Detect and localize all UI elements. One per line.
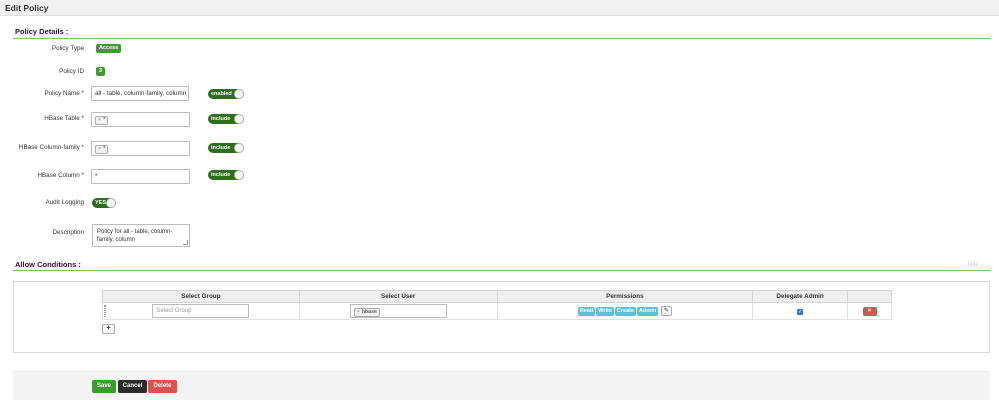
hbase-column-input[interactable]: *: [91, 169, 190, 184]
hbase-column-family-include-label: include: [211, 145, 231, 151]
permission-read: Read: [577, 307, 596, 317]
select-group-input[interactable]: Select Group: [152, 304, 250, 318]
user-tag: × hbase: [353, 308, 380, 317]
hbase-table-include-label: include: [211, 116, 231, 122]
resize-grip-icon[interactable]: [183, 240, 188, 245]
hbase-column-family-input[interactable]: × *: [91, 141, 190, 156]
description-value: Policy for all - table, column-family, c…: [97, 229, 173, 243]
edit-permissions-button[interactable]: ✎: [660, 305, 672, 316]
hbase-column-include-toggle[interactable]: include: [208, 170, 244, 180]
policy-name-value: all - table, column-family, column: [95, 90, 187, 97]
delegate-admin-cell: ✓: [752, 302, 849, 320]
column-header-delegate-admin: Delegate Admin: [752, 290, 849, 303]
hbase-column-value: *: [95, 173, 98, 180]
permission-create: Create: [614, 307, 637, 317]
policy-type-badge: Access: [96, 44, 122, 53]
hbase-table-include-toggle[interactable]: include: [208, 114, 244, 124]
policy-name-input[interactable]: all - table, column-family, column: [91, 86, 189, 101]
page-title: Edit Policy: [5, 3, 49, 13]
delete-button[interactable]: Delete: [148, 380, 177, 393]
required-marker: *: [81, 144, 84, 151]
required-marker: *: [81, 115, 84, 122]
permission-admin: Admin: [637, 307, 659, 317]
hbase-table-tag-value: *: [103, 117, 106, 123]
policy-details-title: Policy Details :: [15, 27, 69, 36]
hbase-column-family-label-text: HBase Column-family: [18, 144, 80, 151]
allow-conditions-title: Allow Conditions :: [15, 260, 81, 269]
hbase-column-family-tag: × *: [95, 145, 109, 154]
page-header: Edit Policy: [0, 0, 999, 16]
audit-logging-toggle-label: YES: [95, 200, 107, 206]
description-textarea[interactable]: Policy for all - table, column-family, c…: [92, 224, 190, 247]
permissions-cell: Read Write Create Admin ✎: [496, 302, 754, 320]
close-icon: ×: [867, 307, 872, 314]
policy-id-badge: 3: [96, 67, 106, 76]
table-row: Select Group × hbase Read Write Create Admin…: [102, 302, 892, 320]
hbase-column-family-label: HBase Column-family *: [19, 144, 84, 151]
column-header-select-user: Select User: [298, 290, 498, 303]
policy-name-label: Policy Name *: [44, 90, 84, 97]
user-tag-value: hbase: [361, 309, 377, 315]
hbase-table-input[interactable]: × *: [91, 112, 190, 127]
hbase-column-label-text: HBase Column: [37, 172, 80, 179]
save-button[interactable]: Save: [92, 380, 116, 393]
drag-handle-icon[interactable]: [104, 305, 106, 317]
policy-enabled-toggle-label: enabled: [211, 91, 232, 97]
delegate-admin-checkbox[interactable]: ✓: [797, 308, 804, 315]
allow-conditions-table: Select Group Select User Permissions Del…: [102, 290, 892, 320]
policy-id-label: Policy ID: [59, 68, 84, 75]
toggle-knob: [106, 198, 116, 208]
hbase-table-tag: × *: [95, 116, 109, 125]
select-user-cell: × hbase: [298, 302, 498, 320]
policy-type-label: Policy Type: [51, 45, 84, 52]
section-divider: [13, 270, 991, 271]
remove-tag-icon[interactable]: ×: [98, 146, 101, 152]
audit-logging-label: Audit Logging: [45, 199, 84, 206]
column-header-select-group: Select Group: [102, 290, 300, 303]
hbase-column-family-include-toggle[interactable]: include: [208, 143, 244, 153]
required-marker: *: [81, 172, 84, 179]
hide-conditions-link[interactable]: hide ⌄: [968, 262, 985, 268]
table-header-row: Select Group Select User Permissions Del…: [102, 290, 892, 303]
pencil-icon: ✎: [663, 307, 669, 314]
policy-enabled-toggle[interactable]: enabled: [208, 89, 244, 99]
actions-cell: ×: [847, 302, 892, 320]
hbase-table-label-text: HBase Table: [44, 115, 80, 122]
toggle-knob: [234, 143, 244, 153]
column-header-permissions: Permissions: [496, 290, 754, 303]
hbase-column-family-tag-value: *: [103, 146, 106, 152]
remove-tag-icon[interactable]: ×: [357, 309, 360, 315]
column-header-actions: [847, 290, 892, 303]
toggle-knob: [234, 89, 244, 99]
hbase-column-include-label: include: [211, 172, 231, 178]
add-condition-button[interactable]: +: [102, 324, 115, 334]
select-group-cell: Select Group: [102, 302, 300, 320]
hbase-column-label: HBase Column *: [37, 172, 84, 179]
remove-row-button[interactable]: ×: [862, 306, 877, 316]
required-marker: *: [81, 90, 84, 97]
toggle-knob: [234, 170, 244, 180]
description-label: Description: [52, 229, 85, 236]
select-user-input[interactable]: × hbase: [349, 304, 447, 318]
policy-name-label-text: Policy Name: [44, 90, 80, 97]
toggle-knob: [234, 114, 244, 124]
hbase-table-label: HBase Table *: [44, 115, 84, 122]
cancel-button[interactable]: Cancel: [118, 380, 147, 393]
audit-logging-toggle[interactable]: YES: [92, 198, 116, 208]
remove-tag-icon[interactable]: ×: [98, 117, 101, 123]
section-divider: [13, 38, 991, 39]
permission-write: Write: [596, 307, 614, 317]
